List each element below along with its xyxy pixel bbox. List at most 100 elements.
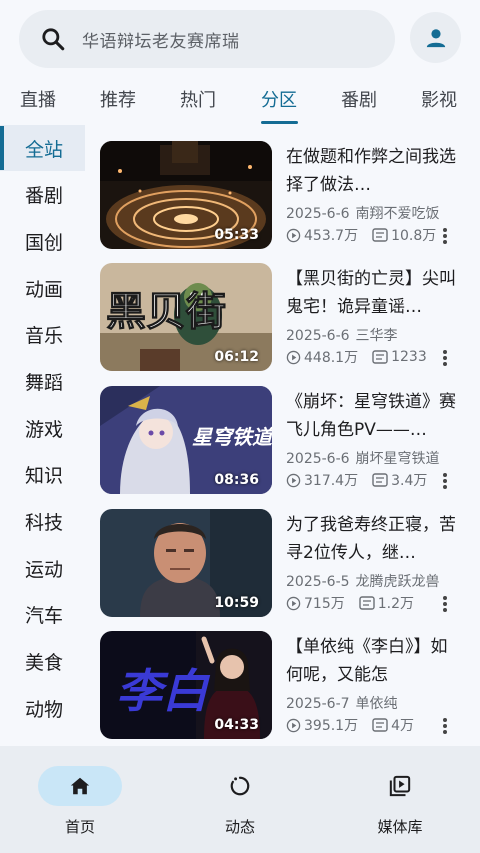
search-placeholder: 华语辩坛老友赛席瑞 bbox=[82, 31, 240, 52]
category-label: 美食 bbox=[25, 651, 64, 674]
category-label: 动画 bbox=[25, 278, 64, 301]
video-duration: 06:12 bbox=[214, 349, 259, 365]
category-item-cars[interactable]: 汽车 bbox=[0, 591, 85, 637]
nav-activity-label: 动态 bbox=[224, 818, 255, 836]
home-icon bbox=[70, 777, 90, 795]
thumbnail-title-text: 黑贝街 bbox=[106, 289, 226, 335]
video-stats: 448.1万 1233 bbox=[286, 347, 427, 367]
video-card[interactable]: 李白 04:33 【单依纯《李白》】如何呢，又能怎 2025-6-7 单依纯 39… bbox=[100, 631, 470, 741]
video-meta: 2025-6-6 三华李 bbox=[286, 325, 398, 345]
category-item-guochuang[interactable]: 国创 bbox=[0, 218, 85, 264]
category-item-knowledge[interactable]: 知识 bbox=[0, 451, 85, 497]
video-card[interactable]: 星穹铁道 08:36 《崩坏：星穹铁道》赛飞儿角色PV——… 2025-6-6 崩… bbox=[100, 386, 470, 496]
more-options-icon[interactable] bbox=[438, 227, 452, 245]
category-label: 汽车 bbox=[25, 604, 64, 627]
danmaku-icon bbox=[372, 228, 388, 242]
category-item-games[interactable]: 游戏 bbox=[0, 405, 85, 451]
category-label: 番剧 bbox=[25, 184, 64, 207]
play-count-icon bbox=[286, 473, 301, 487]
video-title[interactable]: 《崩坏：星穹铁道》赛飞儿角色PV——… bbox=[286, 388, 464, 444]
video-duration: 08:36 bbox=[214, 472, 259, 488]
tab-live[interactable]: 直播 bbox=[20, 86, 56, 112]
danmaku-icon bbox=[372, 718, 388, 732]
tab-zones[interactable]: 分区 bbox=[261, 86, 297, 112]
nav-media-library[interactable]: 媒体库 bbox=[320, 746, 480, 853]
tab-recommend[interactable]: 推荐 bbox=[100, 86, 136, 112]
tab-bangumi[interactable]: 番剧 bbox=[341, 86, 377, 112]
video-meta: 2025-6-7 单依纯 bbox=[286, 693, 398, 713]
video-card[interactable]: 05:33 在做题和作弊之间我选择了做法… 2025-6-6 南翔不爱吃饭 453… bbox=[100, 141, 470, 251]
play-count-icon bbox=[286, 596, 301, 610]
more-options-icon[interactable] bbox=[438, 349, 452, 367]
video-thumbnail[interactable]: 星穹铁道 08:36 bbox=[100, 386, 272, 494]
video-views: 448.1万 bbox=[304, 350, 359, 366]
video-stats: 395.1万 4万 bbox=[286, 715, 414, 735]
category-item-dance[interactable]: 舞蹈 bbox=[0, 358, 85, 404]
video-thumbnail[interactable]: 10:59 bbox=[100, 509, 272, 617]
video-uploader[interactable]: 崩坏星穹铁道 bbox=[356, 451, 440, 467]
category-active-indicator bbox=[0, 126, 4, 170]
video-meta: 2025-6-6 南翔不爱吃饭 bbox=[286, 203, 440, 223]
video-uploader[interactable]: 三华李 bbox=[356, 328, 398, 344]
nav-home-label: 首页 bbox=[64, 818, 95, 836]
more-options-icon[interactable] bbox=[438, 717, 452, 735]
video-title[interactable]: 为了我爸寿终正寝，苦寻2位传人，继… bbox=[286, 511, 464, 567]
thumbnail-title-text: 李白 bbox=[116, 664, 211, 718]
category-item-bangumi[interactable]: 番剧 bbox=[0, 171, 85, 217]
video-danmaku-count: 10.8万 bbox=[391, 228, 437, 244]
video-thumbnail[interactable]: 05:33 bbox=[100, 141, 272, 249]
video-list[interactable]: 05:33 在做题和作弊之间我选择了做法… 2025-6-6 南翔不爱吃饭 453… bbox=[100, 140, 470, 746]
media-library-icon bbox=[389, 775, 411, 797]
category-item-sports[interactable]: 运动 bbox=[0, 545, 85, 591]
nav-home[interactable]: 首页 bbox=[0, 746, 160, 853]
video-uploader[interactable]: 单依纯 bbox=[356, 696, 398, 712]
video-date: 2025-6-7 bbox=[286, 696, 350, 712]
bottom-navigation: 首页 动态 媒体库 bbox=[0, 746, 480, 853]
video-duration: 10:59 bbox=[214, 595, 259, 611]
activity-icon bbox=[230, 776, 250, 796]
category-item-animals[interactable]: 动物 bbox=[0, 685, 85, 731]
category-item-animation[interactable]: 动画 bbox=[0, 265, 85, 311]
category-label: 运动 bbox=[25, 558, 64, 581]
video-duration: 05:33 bbox=[214, 227, 259, 243]
video-stats: 715万 1.2万 bbox=[286, 593, 414, 613]
video-uploader[interactable]: 南翔不爱吃饭 bbox=[356, 206, 440, 222]
category-label: 国创 bbox=[25, 231, 64, 254]
video-stats: 317.4万 3.4万 bbox=[286, 470, 427, 490]
danmaku-icon bbox=[359, 596, 375, 610]
danmaku-icon bbox=[372, 473, 388, 487]
video-meta: 2025-6-5 龙腾虎跃龙兽 bbox=[286, 571, 440, 591]
danmaku-icon bbox=[372, 350, 388, 364]
category-item-food[interactable]: 美食 bbox=[0, 638, 85, 684]
category-item-tech[interactable]: 科技 bbox=[0, 498, 85, 544]
search-bar[interactable]: 华语辩坛老友赛席瑞 bbox=[19, 10, 395, 68]
video-stats: 453.7万 10.8万 bbox=[286, 225, 436, 245]
video-card[interactable]: 10:59 为了我爸寿终正寝，苦寻2位传人，继… 2025-6-5 龙腾虎跃龙兽 … bbox=[100, 509, 470, 619]
video-title[interactable]: 【单依纯《李白》】如何呢，又能怎 bbox=[286, 633, 464, 689]
video-card[interactable]: 黑贝街 06:12 【黑贝街的亡灵】尖叫鬼宅！诡异童谣… 2025-6-6 三华李… bbox=[100, 263, 470, 373]
video-thumbnail[interactable]: 黑贝街 06:12 bbox=[100, 263, 272, 371]
nav-activity[interactable]: 动态 bbox=[160, 746, 320, 853]
more-options-icon[interactable] bbox=[438, 595, 452, 613]
video-date: 2025-6-6 bbox=[286, 206, 350, 222]
category-item-music[interactable]: 音乐 bbox=[0, 311, 85, 357]
nav-media-library-label: 媒体库 bbox=[377, 818, 423, 836]
top-tabs: 直播 推荐 热门 分区 番剧 影视 bbox=[0, 76, 480, 124]
video-title[interactable]: 【黑贝街的亡灵】尖叫鬼宅！诡异童谣… bbox=[286, 265, 464, 321]
tab-hot[interactable]: 热门 bbox=[180, 86, 216, 112]
category-list[interactable]: 全站 番剧 国创 动画 音乐 舞蹈 游戏 知识 科技 运动 汽车 美食 动物 bbox=[0, 124, 88, 746]
video-uploader[interactable]: 龙腾虎跃龙兽 bbox=[356, 574, 440, 590]
video-danmaku-count: 1.2万 bbox=[377, 596, 414, 612]
category-item-all[interactable]: 全站 bbox=[0, 125, 85, 171]
video-date: 2025-6-6 bbox=[286, 451, 350, 467]
category-label: 知识 bbox=[25, 464, 64, 487]
more-options-icon[interactable] bbox=[438, 472, 452, 490]
profile-button[interactable] bbox=[410, 12, 461, 63]
category-label: 科技 bbox=[25, 511, 64, 534]
tab-active-indicator bbox=[261, 121, 298, 124]
tab-film-tv[interactable]: 影视 bbox=[421, 86, 457, 112]
video-danmaku-count: 3.4万 bbox=[391, 473, 428, 489]
category-label: 舞蹈 bbox=[25, 371, 64, 394]
video-title[interactable]: 在做题和作弊之间我选择了做法… bbox=[286, 143, 464, 199]
video-thumbnail[interactable]: 李白 04:33 bbox=[100, 631, 272, 739]
